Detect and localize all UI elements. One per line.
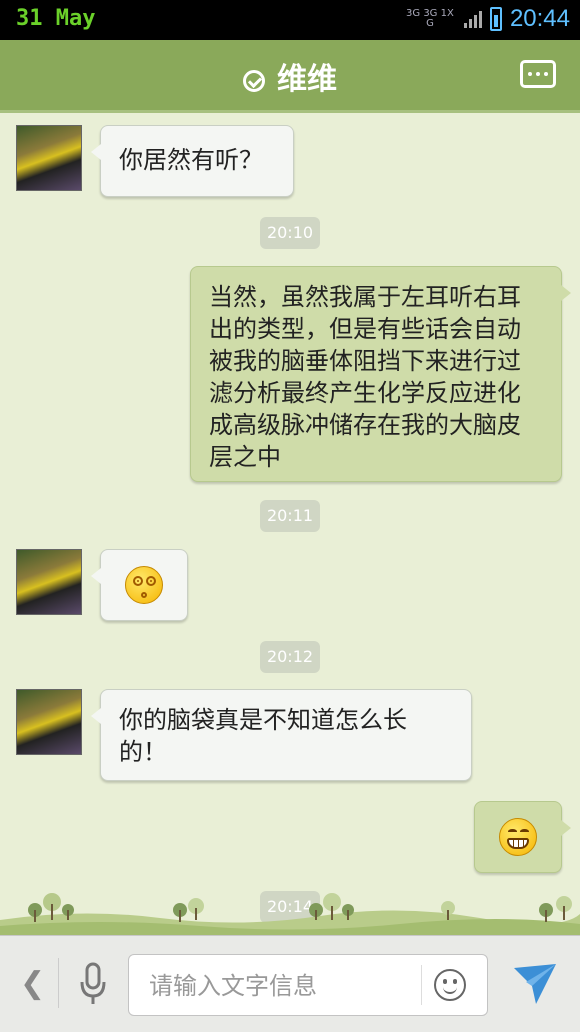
dizzy-face-emoji — [125, 566, 163, 604]
signal-icon — [463, 10, 482, 28]
contact-avatar[interactable] — [16, 689, 82, 755]
emoji-eye — [133, 576, 143, 586]
grin-face-emoji — [499, 818, 537, 856]
more-dot — [544, 72, 548, 76]
status-date: 31 May — [16, 6, 96, 31]
chat-header: 维维 — [0, 40, 580, 113]
check-circle-icon — [243, 69, 265, 92]
timestamp-badge: 20:10 — [260, 217, 320, 249]
emoji-mouth — [507, 838, 529, 849]
message-bubble-outgoing[interactable]: 当然，虽然我属于左耳听右耳出的类型，但是有些话会自动被我的脑垂体阻挡下来进行过滤… — [190, 266, 571, 482]
message-bubble-incoming[interactable]: 你的脑袋真是不知道怎么长的！ — [91, 689, 472, 781]
message-bubble-outgoing[interactable] — [474, 801, 571, 873]
landscape-illustration — [0, 893, 580, 935]
divider — [421, 965, 422, 1005]
contact-avatar[interactable] — [16, 125, 82, 191]
message-input[interactable] — [147, 967, 421, 1005]
smiley-icon[interactable] — [434, 969, 466, 1001]
message-text: 你的脑袋真是不知道怎么长的！ — [119, 706, 407, 766]
message-bubble-incoming[interactable] — [91, 549, 188, 621]
chat-title: 维维 — [277, 62, 337, 97]
network-type-indicator: 3G 3G 1X G — [406, 8, 454, 29]
message-text: 当然，虽然我属于左耳听右耳出的类型，但是有些话会自动被我的脑垂体阻挡下来进行过滤… — [209, 283, 521, 471]
status-bar: 31 May 3G 3G 1X G 20:44 — [0, 0, 580, 40]
more-dot — [536, 72, 540, 76]
status-time: 20:44 — [509, 5, 570, 32]
status-indicators: 3G 3G 1X G 20:44 — [404, 5, 570, 33]
contact-avatar[interactable] — [16, 549, 82, 615]
divider — [58, 958, 59, 1008]
chat-area[interactable]: 你居然有听？ 20:10 当然，虽然我属于左耳听右耳出的类型，但是有些话会自动被… — [0, 113, 580, 935]
timestamp-badge: 20:11 — [260, 500, 320, 532]
message-input-box[interactable] — [128, 954, 488, 1016]
message-bubble-incoming[interactable]: 你居然有听？ — [91, 125, 294, 197]
send-paper-plane-icon[interactable] — [512, 962, 558, 1006]
more-options-button[interactable] — [520, 60, 556, 88]
emoji-eye — [520, 829, 529, 834]
emoji-mouth — [141, 592, 147, 598]
microphone-icon[interactable] — [78, 962, 108, 1006]
more-dots-icon — [528, 72, 532, 76]
chevron-left-icon[interactable]: ❮ — [20, 966, 45, 1001]
timestamp-badge: 20:12 — [260, 641, 320, 673]
emoji-eye — [146, 576, 156, 586]
message-text: 你居然有听？ — [119, 146, 263, 174]
input-bar: ❮ — [0, 935, 580, 1032]
emoji-eye — [508, 829, 517, 834]
battery-icon — [489, 7, 502, 31]
chat-title-area: 维维 — [0, 54, 580, 98]
decorative-landscape — [0, 880, 580, 935]
